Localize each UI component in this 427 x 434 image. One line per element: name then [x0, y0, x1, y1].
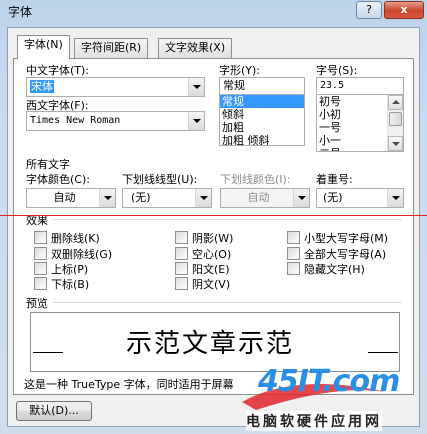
- chevron-down-icon[interactable]: [188, 112, 204, 130]
- engrave-label: 阴文(V): [192, 278, 231, 291]
- preview-sample-text: 示范文章示范: [126, 329, 295, 359]
- font-size-list[interactable]: 初号 小初 一号 小一 二号: [316, 94, 404, 152]
- underline-style-label: 下划线线型(U):: [122, 173, 198, 186]
- font-size-label: 字号(S):: [316, 64, 358, 77]
- close-button[interactable]: x: [384, 1, 424, 19]
- emphasis-mark-select[interactable]: (无): [316, 188, 404, 208]
- font-style-label: 字形(Y):: [219, 64, 261, 77]
- scroll-down-icon[interactable]: [388, 136, 403, 151]
- size-list-scrollbar[interactable]: [387, 95, 403, 151]
- chinese-font-value: 宋体: [30, 80, 54, 93]
- subscript-label: 下标(B): [51, 278, 90, 291]
- strikethrough-checkbox[interactable]: [34, 231, 47, 244]
- list-item[interactable]: 倾斜: [220, 108, 304, 121]
- watermark-site-name: 电脑软硬件应用网: [246, 411, 382, 431]
- tab-text-effects[interactable]: 文字效果(X): [158, 38, 233, 58]
- all-caps-label: 全部大写字母(A): [304, 248, 387, 261]
- font-description: 这是一种 TrueType 字体，同时适用于屏幕: [24, 378, 234, 391]
- set-default-button[interactable]: 默认(D)...: [16, 401, 92, 421]
- emphasis-mark-value: (无): [323, 191, 343, 204]
- help-button[interactable]: ?: [356, 1, 382, 19]
- tab-character-spacing[interactable]: 字符间距(R): [74, 38, 149, 58]
- underline-style-select[interactable]: (无): [122, 188, 212, 208]
- chinese-font-select[interactable]: 宋体: [26, 77, 205, 97]
- list-item[interactable]: 常规: [220, 95, 304, 108]
- western-font-select[interactable]: Times New Roman: [26, 111, 205, 131]
- hidden-text-label: 隐藏文字(H): [304, 263, 365, 276]
- emphasis-mark-label: 着重号:: [316, 173, 353, 186]
- chevron-down-icon[interactable]: [188, 78, 204, 96]
- underline-color-value: 自动: [247, 191, 270, 204]
- font-style-list[interactable]: 常规 倾斜 加粗 加粗 倾斜: [219, 94, 305, 146]
- font-color-label: 字体颜色(C):: [26, 173, 90, 186]
- preview-baseline-left: [33, 352, 63, 353]
- double-strikethrough-checkbox[interactable]: [34, 247, 47, 260]
- hidden-text-checkbox[interactable]: [287, 262, 300, 275]
- small-caps-label: 小型大写字母(M): [304, 232, 389, 245]
- list-item[interactable]: 加粗 倾斜: [220, 134, 304, 145]
- western-font-value: Times New Roman: [30, 115, 121, 126]
- font-style-input[interactable]: 常规: [219, 77, 305, 95]
- scroll-thumb[interactable]: [389, 112, 402, 126]
- subscript-checkbox[interactable]: [34, 277, 47, 290]
- underline-color-select: 自动: [220, 188, 310, 208]
- engrave-checkbox[interactable]: [175, 277, 188, 290]
- watermark-logo: 45IT.com: [258, 364, 400, 399]
- divider: [52, 302, 402, 303]
- window-title: 字体: [8, 5, 33, 19]
- site-watermark: 45IT.com 电脑软硬件应用网: [236, 362, 427, 434]
- strikethrough-label: 删除线(K): [51, 232, 100, 245]
- font-size-input[interactable]: 23.5: [316, 77, 404, 95]
- all-caps-checkbox[interactable]: [287, 247, 300, 260]
- list-item[interactable]: 加粗: [220, 121, 304, 134]
- red-guide-line: [0, 215, 427, 216]
- outline-checkbox[interactable]: [175, 247, 188, 260]
- all-text-heading: 所有文字: [26, 158, 70, 171]
- small-caps-checkbox[interactable]: [287, 231, 300, 244]
- tab-font[interactable]: 字体(N): [17, 35, 70, 59]
- underline-color-label: 下划线颜色(I):: [220, 173, 291, 186]
- shadow-label: 阴影(W): [192, 232, 234, 245]
- chevron-down-icon[interactable]: [99, 189, 115, 207]
- emboss-label: 阳文(E): [192, 263, 230, 276]
- divider: [52, 219, 402, 220]
- shadow-checkbox[interactable]: [175, 231, 188, 244]
- chevron-down-icon[interactable]: [195, 189, 211, 207]
- preview-baseline-right: [368, 352, 398, 353]
- font-color-select[interactable]: 自动: [26, 188, 116, 208]
- double-strikethrough-label: 双删除线(G): [51, 248, 113, 261]
- emboss-checkbox[interactable]: [175, 262, 188, 275]
- underline-style-value: (无): [131, 191, 151, 204]
- chevron-down-icon[interactable]: [387, 189, 403, 207]
- scroll-up-icon[interactable]: [388, 95, 403, 110]
- chinese-font-label: 中文字体(T):: [26, 64, 90, 77]
- superscript-label: 上标(P): [51, 263, 89, 276]
- chevron-down-icon: [293, 189, 309, 207]
- superscript-checkbox[interactable]: [34, 262, 47, 275]
- font-color-value: 自动: [53, 191, 76, 204]
- outline-label: 空心(O): [192, 248, 232, 261]
- preview-heading: 预览: [26, 297, 48, 310]
